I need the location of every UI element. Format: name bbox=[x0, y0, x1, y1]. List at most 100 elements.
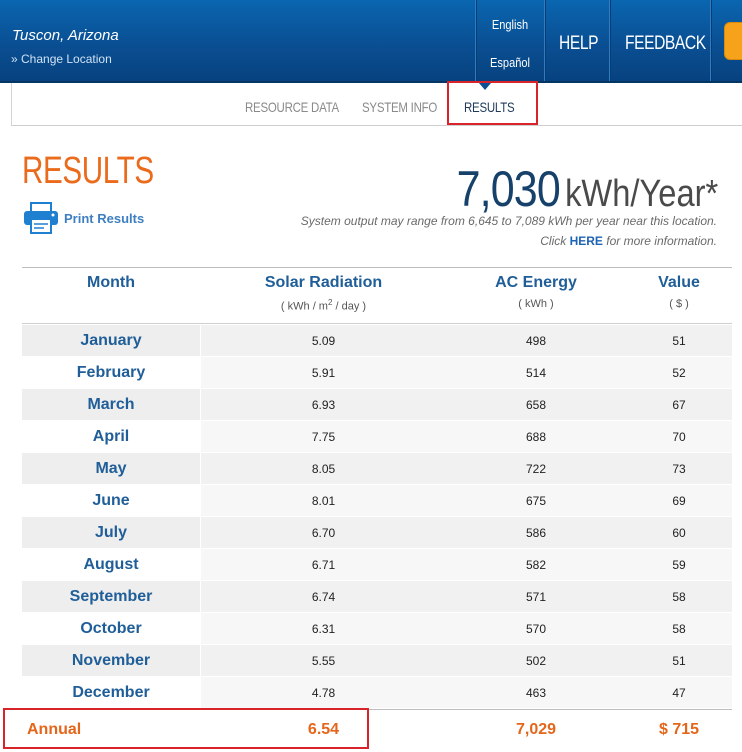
header-divider bbox=[475, 0, 477, 81]
month-cell: June bbox=[22, 485, 200, 516]
table-row: January 5.09 498 51 bbox=[22, 325, 732, 357]
more-info-click: Click bbox=[540, 234, 567, 248]
table-row: September 6.74 571 58 bbox=[22, 581, 732, 613]
ac-energy-cell: 722 bbox=[525, 462, 547, 476]
ac-energy-cell: 502 bbox=[525, 654, 547, 668]
ac-energy-cell: 582 bbox=[525, 558, 547, 572]
table-row: March 6.93 658 67 bbox=[22, 389, 732, 421]
solar-radiation-unit: ( kWh / m2 / day ) bbox=[280, 298, 367, 313]
solar-radiation-cell: 4.78 bbox=[311, 686, 336, 700]
value-cell: 51 bbox=[672, 654, 686, 668]
change-location-link[interactable]: » Change Location bbox=[11, 52, 112, 66]
table-row: October 6.31 570 58 bbox=[22, 613, 732, 645]
table-row: April 7.75 688 70 bbox=[22, 421, 732, 453]
annual-value: $ 715 bbox=[658, 721, 700, 738]
more-info-text: for more information. bbox=[606, 234, 717, 248]
printer-icon[interactable] bbox=[22, 201, 60, 240]
solar-radiation-cell: 5.91 bbox=[311, 366, 336, 380]
value-cell: 52 bbox=[672, 366, 686, 380]
value-cell: 58 bbox=[672, 622, 686, 636]
header-divider bbox=[710, 0, 712, 81]
value-cell: 47 bbox=[672, 686, 686, 700]
results-table-body: January 5.09 498 51 February 5.91 514 52 March 6.… bbox=[22, 325, 732, 709]
solar-radiation-cell: 8.05 bbox=[311, 462, 336, 476]
table-row: November 5.55 502 51 bbox=[22, 645, 732, 677]
value-cell: 51 bbox=[672, 334, 686, 348]
month-cell: May bbox=[22, 453, 200, 484]
tabs-divider bbox=[11, 125, 742, 126]
site-header: Tuscon, Arizona » Change Location Englis… bbox=[0, 0, 742, 83]
page-title: RESULTS bbox=[22, 150, 154, 192]
month-cell: November bbox=[22, 645, 200, 676]
month-cell: March bbox=[22, 389, 200, 420]
ac-energy-cell: 570 bbox=[525, 622, 547, 636]
solar-radiation-cell: 5.09 bbox=[311, 334, 336, 348]
table-top-border bbox=[22, 267, 732, 268]
orange-action-button[interactable] bbox=[724, 22, 742, 60]
lang-spanish-link[interactable]: Español bbox=[483, 55, 537, 70]
ac-energy-cell: 463 bbox=[525, 686, 547, 700]
column-header-solar-radiation: Solar Radiation bbox=[264, 274, 383, 291]
month-cell: April bbox=[22, 421, 200, 452]
month-cell: September bbox=[22, 581, 200, 612]
header-divider bbox=[544, 0, 546, 81]
table-row: December 4.78 463 47 bbox=[22, 677, 732, 709]
column-header-ac-energy: AC Energy bbox=[495, 274, 577, 291]
month-cell: February bbox=[22, 357, 200, 388]
ac-energy-cell: 688 bbox=[525, 430, 547, 444]
table-row: February 5.91 514 52 bbox=[22, 357, 732, 389]
ac-energy-cell: 586 bbox=[525, 526, 547, 540]
table-row: May 8.05 722 73 bbox=[22, 453, 732, 485]
annual-output-unit: kWh/Year* bbox=[564, 173, 718, 215]
help-link[interactable]: HELP bbox=[559, 33, 598, 55]
tab-resource-data[interactable]: RESOURCE DATA bbox=[245, 99, 339, 115]
table-header-divider bbox=[22, 323, 732, 324]
solar-radiation-cell: 6.31 bbox=[311, 622, 336, 636]
column-header-month: Month bbox=[87, 274, 135, 291]
ac-energy-cell: 514 bbox=[525, 366, 547, 380]
solar-radiation-cell: 6.93 bbox=[311, 398, 336, 412]
table-row: June 8.01 675 69 bbox=[22, 485, 732, 517]
annual-output-display: 7,030 kWh/Year* bbox=[456, 160, 718, 218]
solar-radiation-cell: 5.55 bbox=[311, 654, 336, 668]
month-cell: July bbox=[22, 517, 200, 548]
month-cell: October bbox=[22, 613, 200, 644]
ac-energy-cell: 675 bbox=[525, 494, 547, 508]
table-row: July 6.70 586 60 bbox=[22, 517, 732, 549]
solar-radiation-cell: 7.75 bbox=[311, 430, 336, 444]
annual-ac-energy: 7,029 bbox=[515, 721, 557, 738]
header-divider bbox=[609, 0, 611, 81]
ac-energy-unit: ( kWh ) bbox=[518, 298, 554, 310]
more-info-note: Click HERE for more information. bbox=[540, 234, 717, 248]
feedback-link[interactable]: FEEDBACK bbox=[625, 33, 706, 55]
annual-output-value: 7,030 bbox=[456, 161, 560, 217]
solar-radiation-cell: 6.74 bbox=[311, 590, 336, 604]
month-cell: August bbox=[22, 549, 200, 580]
value-cell: 60 bbox=[672, 526, 686, 540]
solar-radiation-cell: 8.01 bbox=[311, 494, 336, 508]
month-cell: January bbox=[22, 325, 200, 356]
location-name: Tuscon, Arizona bbox=[12, 27, 119, 44]
value-cell: 73 bbox=[672, 462, 686, 476]
value-cell: 58 bbox=[672, 590, 686, 604]
annual-highlight bbox=[3, 708, 369, 749]
output-range-note: System output may range from 6,645 to 7,… bbox=[300, 214, 717, 228]
more-info-here-link[interactable]: HERE bbox=[570, 234, 603, 248]
value-cell: 70 bbox=[672, 430, 686, 444]
month-cell: December bbox=[22, 677, 200, 708]
print-results-link[interactable]: Print Results bbox=[64, 211, 144, 226]
lang-english-link[interactable]: English bbox=[483, 17, 537, 32]
value-unit: ( $ ) bbox=[669, 298, 689, 310]
results-tab-highlight bbox=[447, 81, 538, 125]
value-cell: 67 bbox=[672, 398, 686, 412]
solar-radiation-cell: 6.71 bbox=[311, 558, 336, 572]
ac-energy-cell: 498 bbox=[525, 334, 547, 348]
solar-radiation-cell: 6.70 bbox=[311, 526, 336, 540]
column-header-value: Value bbox=[658, 274, 700, 291]
ac-energy-cell: 658 bbox=[525, 398, 547, 412]
content-left-border bbox=[11, 83, 12, 125]
tab-system-info[interactable]: SYSTEM INFO bbox=[362, 99, 437, 115]
table-row: August 6.71 582 59 bbox=[22, 549, 732, 581]
value-cell: 69 bbox=[672, 494, 686, 508]
ac-energy-cell: 571 bbox=[525, 590, 547, 604]
